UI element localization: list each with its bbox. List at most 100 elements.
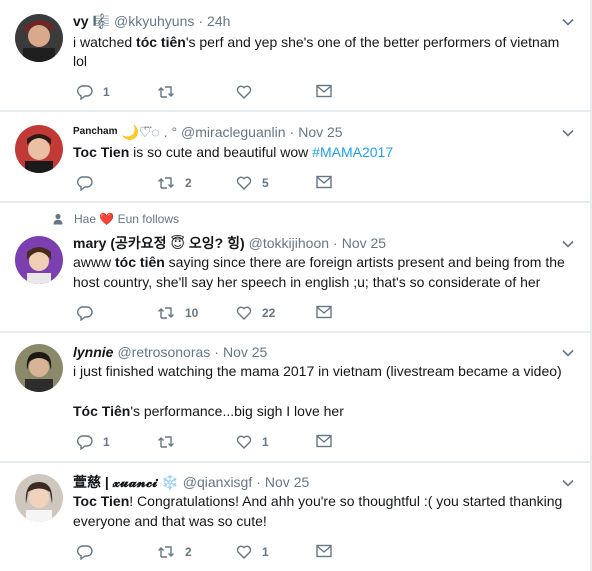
tweet-header: vy 🎼 @kkyuhyuns · 24h: [73, 12, 550, 30]
dm-action[interactable]: [316, 434, 332, 448]
dm-icon[interactable]: [316, 544, 332, 558]
avatar[interactable]: [15, 474, 63, 522]
caret-down-icon[interactable]: [562, 238, 574, 250]
retweet-action[interactable]: 10: [157, 305, 198, 321]
retweet-count: 2: [185, 545, 192, 559]
tweet[interactable]: Hae ❤️ Eun follows mary (공카요정 😇 오잉? 힝) @…: [0, 203, 590, 332]
retweet-count: 2: [185, 176, 192, 190]
username[interactable]: @miracleguanlin: [181, 123, 285, 141]
timestamp[interactable]: Nov 25: [342, 234, 386, 252]
reply-action[interactable]: [77, 305, 103, 321]
username[interactable]: @kkyuhyuns: [114, 12, 194, 30]
timeline: vy 🎼 @kkyuhyuns · 24h i watched tóc tiên…: [0, 0, 592, 571]
reply-action[interactable]: 1: [77, 84, 110, 100]
dm-action[interactable]: [316, 175, 332, 189]
like-count: 22: [262, 306, 276, 320]
like-action[interactable]: 1: [236, 544, 269, 560]
tweet-text: i watched tóc tiên's perf and yep she's …: [73, 34, 560, 50]
dm-action[interactable]: [316, 305, 332, 319]
tweet-text-line: Tóc Tiên's performance...big sigh I love…: [73, 403, 344, 419]
username[interactable]: @tokkijihoon: [249, 234, 329, 252]
like-icon[interactable]: [236, 544, 252, 560]
tweet[interactable]: 萱慈 | 𝔁𝓾𝓪𝓷𝓬𝓲 ❄️ @qianxisgf · Nov 25 Toc T…: [0, 463, 590, 571]
retweet-action[interactable]: 2: [157, 175, 192, 191]
display-name[interactable]: 萱慈 | 𝔁𝓾𝓪𝓷𝓬𝓲: [73, 473, 157, 491]
retweet-action[interactable]: [157, 434, 185, 450]
tweet[interactable]: Pancham 🌙♡⃛◌ . ° @miracleguanlin · Nov 2…: [0, 112, 590, 202]
like-count: 1: [262, 435, 269, 449]
display-name[interactable]: mary (공카요정 😇 오잉? 힝): [73, 234, 245, 252]
display-name[interactable]: Pancham: [73, 123, 117, 141]
reply-icon[interactable]: [77, 544, 93, 560]
separator: ·: [214, 344, 219, 360]
bold-mention: Toc Tien: [73, 144, 130, 160]
reply-icon[interactable]: [77, 305, 93, 321]
like-icon[interactable]: [236, 84, 252, 100]
retweet-icon[interactable]: [157, 84, 175, 100]
name-emoji: ❄️: [161, 474, 179, 490]
separator: ·: [198, 13, 204, 29]
like-action[interactable]: 1: [236, 434, 269, 450]
retweet-icon[interactable]: [157, 305, 175, 321]
like-icon[interactable]: [236, 434, 252, 450]
like-action[interactable]: [236, 84, 262, 100]
reply-count: 1: [103, 435, 110, 449]
timestamp[interactable]: Nov 25: [265, 473, 309, 491]
timestamp[interactable]: Nov 25: [298, 123, 342, 141]
separator: ·: [333, 235, 338, 251]
separator: ·: [256, 474, 261, 490]
reply-icon[interactable]: [77, 175, 93, 191]
timestamp[interactable]: 24h: [207, 12, 230, 30]
bold-mention: Tóc Tiên: [73, 403, 131, 419]
dm-icon[interactable]: [316, 175, 332, 189]
retweet-icon[interactable]: [157, 544, 175, 560]
tweet-actions: 1: [73, 84, 373, 104]
like-action[interactable]: 5: [236, 175, 269, 191]
retweet-count: 10: [185, 306, 199, 320]
avatar[interactable]: [15, 125, 63, 173]
reply-icon[interactable]: [77, 84, 93, 100]
like-icon[interactable]: [236, 175, 252, 191]
caret-down-icon[interactable]: [562, 127, 574, 139]
separator: ·: [289, 124, 295, 140]
dm-icon[interactable]: [316, 434, 332, 448]
dm-action[interactable]: [316, 544, 332, 558]
dm-icon[interactable]: [316, 305, 332, 319]
display-name[interactable]: vy: [73, 12, 89, 30]
dm-icon[interactable]: [316, 84, 332, 98]
tweet-actions: 2 1: [73, 544, 373, 564]
avatar[interactable]: [15, 236, 63, 284]
reply-action[interactable]: 1: [77, 434, 110, 450]
retweet-icon[interactable]: [157, 434, 175, 450]
caret-down-icon[interactable]: [562, 347, 574, 359]
display-name[interactable]: lynnie: [73, 343, 113, 361]
retweet-action[interactable]: [157, 84, 185, 100]
username[interactable]: @qianxisgf: [183, 473, 252, 491]
like-icon[interactable]: [236, 305, 252, 321]
retweet-icon[interactable]: [157, 175, 175, 191]
bold-mention: Toc Tien: [73, 493, 130, 509]
caret-down-icon[interactable]: [562, 477, 574, 489]
name-emoji: 🌙♡⃛◌ . °: [121, 124, 178, 140]
avatar[interactable]: [15, 14, 63, 62]
tweet-text: Toc Tien is so cute and beautiful wow #M…: [73, 144, 394, 160]
like-count: 1: [262, 545, 269, 559]
avatar[interactable]: [15, 344, 63, 392]
name-emoji: 🎼: [92, 13, 111, 29]
like-action[interactable]: 22: [236, 305, 275, 321]
timestamp[interactable]: Nov 25: [223, 343, 267, 361]
retweet-action[interactable]: 2: [157, 544, 192, 560]
reply-action[interactable]: [77, 544, 103, 560]
username[interactable]: @retrosonoras: [117, 343, 210, 361]
social-context-text[interactable]: Hae ❤️ Eun follows: [74, 212, 179, 226]
hashtag-link[interactable]: #MAMA2017: [312, 144, 393, 160]
tweet-text-line: host country, she'll say her speech in e…: [73, 274, 541, 290]
tweet[interactable]: vy 🎼 @kkyuhyuns · 24h i watched tóc tiên…: [0, 0, 590, 111]
tweet-text: awww tóc tiên saying since there are for…: [73, 254, 565, 270]
caret-down-icon[interactable]: [562, 16, 574, 28]
tweet-header: lynnie @retrosonoras · Nov 25: [73, 343, 550, 361]
reply-action[interactable]: [77, 175, 103, 191]
tweet[interactable]: lynnie @retrosonoras · Nov 25 i just fin…: [0, 333, 590, 462]
dm-action[interactable]: [316, 84, 332, 98]
reply-icon[interactable]: [77, 434, 93, 450]
